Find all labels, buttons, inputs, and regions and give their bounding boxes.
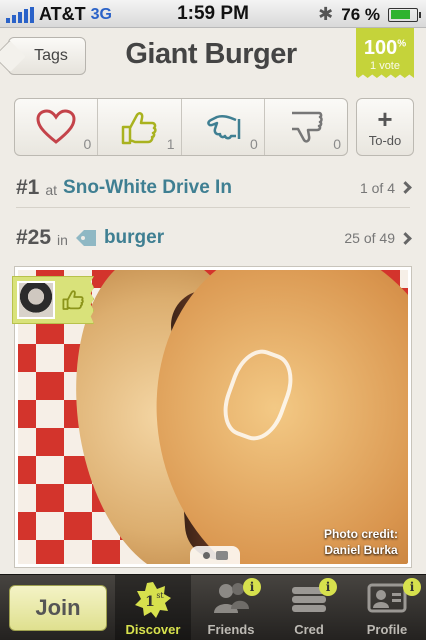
score-badge: 100% 1 vote [356, 28, 414, 78]
photo-credit-label: Photo credit: [324, 527, 398, 541]
thumbs-down-icon [291, 111, 323, 143]
status-bar: AT&T 3G 1:59 PM ✱ 76 % [0, 0, 426, 28]
photo-credit-name: Daniel Burka [324, 543, 398, 557]
avatar[interactable] [17, 281, 55, 319]
tab-friends-label: Friends [207, 622, 255, 637]
rank-preposition: in [57, 232, 68, 248]
rank-position-text: 25 of 49 [344, 230, 395, 246]
tag-icon [75, 230, 96, 246]
camera-icon [215, 550, 228, 560]
tab-profile-label: Profile [366, 622, 408, 637]
chevron-right-icon [399, 231, 412, 245]
thumbs-up-icon [122, 112, 157, 145]
rank-number: #1 [16, 175, 40, 199]
tab-friends[interactable]: i Friends [193, 575, 269, 640]
tab-discover[interactable]: 1 st Discover [115, 575, 191, 640]
tab-bar: Join 1 st Discover i Friends i Cred i Pr… [0, 574, 426, 640]
tab-profile[interactable]: i Profile [349, 575, 425, 640]
rater-badge[interactable] [12, 276, 94, 324]
info-badge: i [403, 578, 421, 596]
battery-icon [388, 7, 421, 22]
tag-link[interactable]: burger [104, 227, 164, 249]
discover-rank-suffix: st [156, 591, 164, 600]
like-count: 1 [166, 136, 175, 152]
rating-group: 0 1 0 0 [14, 98, 348, 156]
tab-discover-label: Discover [125, 622, 181, 637]
battery-fill [390, 10, 410, 19]
thumbs-up-icon [62, 290, 84, 310]
dislike-count: 0 [333, 136, 341, 152]
score-votes: 1 vote [370, 60, 400, 72]
status-right: ✱ 76 % [318, 4, 421, 25]
thumbs-sideways-icon [206, 114, 240, 140]
plus-icon: + [377, 104, 393, 134]
love-button[interactable]: 0 [15, 99, 99, 155]
profile-card-icon [367, 583, 407, 613]
info-badge: i [243, 578, 261, 596]
heart-icon [36, 109, 76, 144]
back-button-label: Tags [34, 47, 68, 64]
rank-row-tag[interactable]: #25 in burger 25 of 49 [16, 218, 412, 258]
rank-preposition: at [45, 181, 58, 198]
discover-star-icon: 1 st [135, 582, 171, 618]
dislike-button[interactable]: 0 [265, 99, 347, 155]
tab-cred[interactable]: i Cred [271, 575, 347, 640]
photo-pager[interactable] [190, 546, 240, 564]
info-badge: i [319, 578, 337, 596]
meh-button[interactable]: 0 [182, 99, 265, 155]
bluetooth-icon: ✱ [318, 4, 334, 24]
discover-rank-number: 1 [145, 594, 155, 610]
rank-position-text: 1 of 4 [359, 179, 395, 196]
rank-row-venue[interactable]: #1 at Sno-White Drive In 1 of 4 [16, 168, 412, 208]
join-button[interactable]: Join [9, 585, 107, 631]
chevron-right-icon [399, 181, 412, 194]
page-title: Giant Burger [125, 38, 297, 70]
love-count: 0 [83, 136, 92, 152]
tab-cred-label: Cred [294, 622, 324, 637]
rank-number: #25 [16, 226, 52, 249]
score-unit: % [397, 38, 407, 50]
todo-label: To-do [368, 133, 402, 148]
score-value: 100 [363, 37, 398, 59]
todo-button[interactable]: + To-do [356, 98, 414, 156]
photo-credit: Photo credit: Daniel Burka [324, 526, 398, 558]
rank-position: 25 of 49 [344, 230, 412, 246]
venue-link[interactable]: Sno-White Drive In [63, 177, 232, 199]
rank-position: 1 of 4 [359, 179, 412, 196]
score-percent: 100% [356, 37, 414, 60]
back-button-tags[interactable]: Tags [8, 37, 86, 75]
meh-count: 0 [249, 136, 258, 152]
like-button[interactable]: 1 [98, 99, 182, 155]
pager-dot [202, 551, 210, 559]
battery-percent: 76 % [341, 4, 380, 24]
